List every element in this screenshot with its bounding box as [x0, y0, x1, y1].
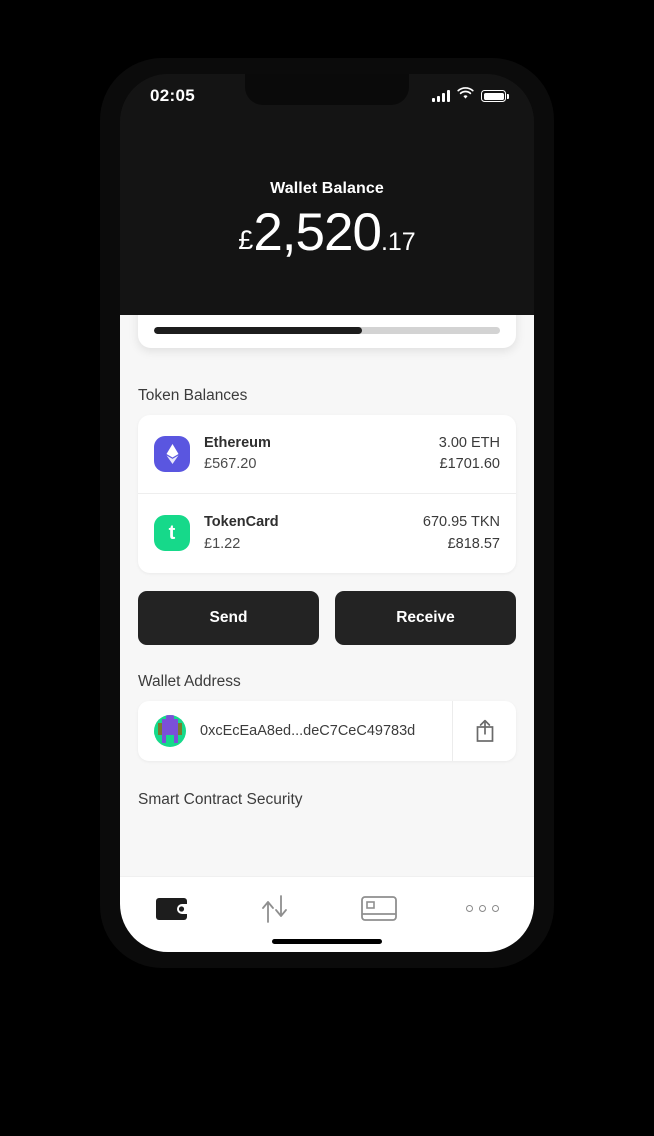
tokencard-letter: t: [168, 522, 176, 545]
token-fiat-value: £818.57: [447, 535, 500, 552]
token-amount: 3.00 ETH: [438, 435, 500, 451]
action-buttons: Send Receive: [120, 573, 534, 645]
smart-contract-security-heading: Smart Contract Security: [138, 790, 303, 808]
status-bar: 02:05: [120, 74, 534, 118]
page-title: Wallet Balance: [270, 180, 384, 197]
token-balances-heading: Token Balances: [138, 387, 248, 404]
table-row[interactable]: Ethereum £567.20 3.00 ETH £1701.60: [138, 415, 516, 493]
tab-more[interactable]: [431, 877, 535, 952]
tab-wallet[interactable]: [120, 877, 224, 952]
wallet-address-card: 0xcEcEaA8ed...deC7CeC49783d: [138, 700, 516, 761]
battery-icon: [481, 90, 509, 102]
gas-tank-card-wrapper: Gas Tank Balance 0.01 ETH (95 Tx) Top Up: [120, 315, 534, 348]
wallet-icon: [155, 897, 189, 920]
bottom-navigation: [120, 876, 534, 952]
token-values: 670.95 TKN £818.57: [423, 512, 500, 554]
hero-spacer: [120, 263, 534, 315]
signal-bars-icon: [432, 90, 450, 102]
balance-integer: 2,520: [253, 203, 382, 262]
token-info: Ethereum £567.20: [204, 433, 439, 475]
token-amount: 670.95 TKN: [422, 514, 500, 531]
wifi-icon: [457, 87, 474, 105]
table-row[interactable]: t TokenCard £1.22 670.95 TKN £818.57: [138, 493, 516, 572]
blockies-avatar: [154, 714, 186, 747]
content-area: Gas Tank Balance 0.01 ETH (95 Tx) Top Up…: [120, 315, 534, 876]
more-dots-icon: [465, 905, 499, 912]
wallet-address-text: 0xcEcEaA8ed...deC7CeC49783d: [200, 722, 416, 739]
gas-tank-progress-track: [154, 326, 500, 334]
token-fiat-value: £1701.60: [439, 456, 500, 473]
card-icon: [360, 896, 397, 921]
wallet-balance-header: Wallet Balance £2,520.17: [120, 118, 534, 315]
wallet-address-heading: Wallet Address: [138, 672, 241, 690]
tokencard-icon: t: [154, 515, 190, 552]
token-name: TokenCard: [204, 514, 279, 531]
token-balances-card: Ethereum £567.20 3.00 ETH £1701.60 t Tok…: [138, 415, 516, 573]
send-button[interactable]: Send: [138, 590, 319, 645]
screenshot-root: 02:05 Wallet Balance £2,520.17 Token Bal…: [0, 0, 654, 1136]
token-price: £567.20: [204, 456, 257, 473]
receive-button[interactable]: Receive: [335, 590, 516, 645]
token-price: £1.22: [204, 535, 241, 552]
phone-screen: 02:05 Wallet Balance £2,520.17 Token Bal…: [120, 74, 534, 952]
transfer-arrows-icon: [262, 894, 288, 923]
wallet-address-row[interactable]: 0xcEcEaA8ed...deC7CeC49783d: [138, 701, 452, 761]
share-button[interactable]: [452, 700, 516, 761]
token-values: 3.00 ETH £1701.60: [439, 433, 500, 475]
ethereum-icon: [154, 436, 190, 473]
gas-tank-card[interactable]: Gas Tank Balance 0.01 ETH (95 Tx) Top Up: [138, 315, 516, 348]
currency-symbol: £: [238, 225, 253, 255]
token-name: Ethereum: [204, 435, 271, 451]
notch: [245, 74, 409, 105]
balance-decimal: .17: [380, 228, 416, 256]
status-time: 02:05: [150, 86, 195, 105]
gas-tank-progress-fill: [154, 326, 362, 334]
scroll-content: Token Balances Ethereum £567.20 3.00 ETH…: [120, 315, 534, 809]
balance-amount: £2,520.17: [120, 202, 534, 263]
token-info: TokenCard £1.22: [204, 512, 423, 554]
home-indicator: [272, 939, 382, 944]
share-icon: [476, 719, 493, 742]
status-icons: [432, 87, 509, 105]
